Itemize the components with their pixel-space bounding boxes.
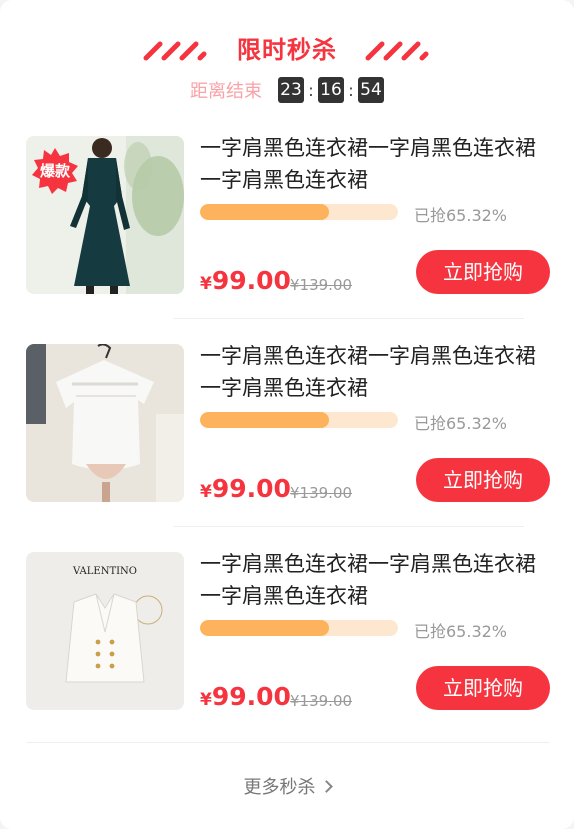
original-price: ¥139.00 [290,276,353,294]
product-image[interactable] [26,344,184,502]
item-divider [174,318,524,319]
currency-symbol: ¥ [200,690,212,710]
sale-price: ¥99.00 [200,474,291,503]
sold-progress-fill [200,620,330,636]
decor-slashes-right-icon [365,41,429,61]
sold-progress-bar [200,204,398,220]
product-name[interactable]: 一字肩黑色连衣裙一字肩黑色连衣裙一字肩黑色连衣裙 [200,132,552,196]
flash-sale-card: 限时秒杀 距离结束 23 : 16 : 54 爆款 一字肩黑色连衣裙一字肩黑色连… [0,0,574,829]
sold-progress-text: 已抢65.32% [414,622,508,641]
more-label: 更多秒杀 [243,777,316,798]
product-image[interactable]: 爆款 [26,136,184,294]
original-price: ¥139.00 [290,484,353,502]
currency-symbol: ¥ [200,482,212,502]
section-title: 限时秒杀 [237,36,337,64]
countdown-minutes: 16 [318,77,344,103]
product-name[interactable]: 一字肩黑色连衣裙一字肩黑色连衣裙一字肩黑色连衣裙 [200,548,552,612]
item-divider [174,526,524,527]
original-price: ¥139.00 [290,692,353,710]
buy-now-button[interactable]: 立即抢购 [416,458,550,502]
sold-progress-text: 已抢65.32% [414,414,508,433]
buy-now-button[interactable]: 立即抢购 [416,666,550,710]
countdown-hours: 23 [278,77,304,103]
product-name[interactable]: 一字肩黑色连衣裙一字肩黑色连衣裙一字肩黑色连衣裙 [200,340,552,404]
price-value: 99.00 [211,682,291,711]
buy-now-button[interactable]: 立即抢购 [416,250,550,294]
sold-progress-fill [200,204,330,220]
countdown-seconds: 54 [358,77,384,103]
product-image[interactable]: VALENTINO [26,552,184,710]
price-value: 99.00 [211,474,291,503]
product-item[interactable]: 一字肩黑色连衣裙一字肩黑色连衣裙一字肩黑色连衣裙 已抢65.32% ¥99.00… [26,340,550,520]
price-value: 99.00 [211,266,291,295]
hot-badge-label: 爆款 [39,162,70,180]
flash-sale-header: 限时秒杀 [0,26,574,70]
sale-price: ¥99.00 [200,266,291,295]
sold-progress-text: 已抢65.32% [414,206,508,225]
product-item[interactable]: 爆款 一字肩黑色连衣裙一字肩黑色连衣裙一字肩黑色连衣裙 已抢65.32% ¥99… [26,132,550,312]
currency-symbol: ¥ [200,274,212,294]
sale-price: ¥99.00 [200,682,291,711]
product-item[interactable]: VALENTINO 一字肩黑色连衣裙一字肩黑色连衣裙一字肩黑色连衣裙 已抢65.… [26,548,550,728]
brand-logo: VALENTINO [72,566,137,577]
countdown-label: 距离结束 [190,81,262,102]
sold-progress-fill [200,412,330,428]
footer-divider [26,742,550,743]
countdown-separator: : [348,80,354,100]
sold-progress-bar [200,412,398,428]
more-flash-sale-link[interactable]: 更多秒杀 [0,773,574,799]
sold-progress-bar [200,620,398,636]
countdown: 距离结束 23 : 16 : 54 [0,76,574,104]
chevron-right-icon [319,780,333,793]
countdown-separator: : [308,80,314,100]
